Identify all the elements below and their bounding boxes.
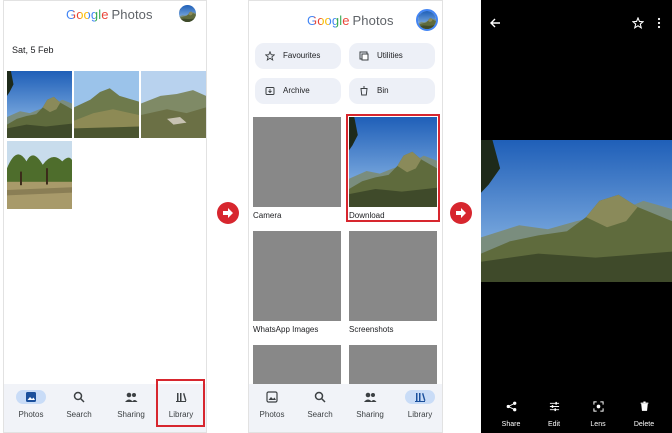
- nav-label: Search: [307, 410, 333, 419]
- bin-icon: [360, 86, 368, 96]
- delete-button[interactable]: Delete: [628, 399, 660, 428]
- lens-icon: [592, 401, 604, 412]
- delete-icon: [640, 401, 648, 411]
- action-label: Delete: [633, 421, 655, 428]
- sharing-icon: [119, 390, 143, 404]
- bottom-navigation: Photos Search Sharing Library: [249, 384, 442, 432]
- nav-label: Sharing: [356, 410, 384, 419]
- photos-screen: Google Photos Sat, 5 Feb Photos Search Sh…: [3, 0, 207, 433]
- album-label: Screenshots: [349, 325, 394, 334]
- photo-thumbnail[interactable]: [7, 71, 72, 138]
- album-more[interactable]: [253, 345, 341, 385]
- google-photos-logo: Google Photos: [66, 7, 153, 22]
- chip-utilities[interactable]: Utilities: [349, 43, 435, 69]
- logo-product: Photos: [352, 13, 394, 28]
- album-cover: [253, 345, 341, 385]
- chip-archive[interactable]: Archive: [255, 78, 341, 104]
- chip-label: Favourites: [283, 51, 321, 60]
- album-cover: [349, 231, 437, 321]
- logo-product: Photos: [111, 7, 153, 22]
- album-label: WhatsApp Images: [253, 325, 319, 334]
- nav-label: Sharing: [117, 410, 145, 419]
- library-screen: Google Photos Favourites Utilities Archiv…: [248, 0, 443, 433]
- chip-bin[interactable]: Bin: [349, 78, 435, 104]
- library-highlight: [156, 379, 205, 427]
- download-highlight: [346, 114, 440, 222]
- album-camera[interactable]: Camera: [253, 117, 341, 227]
- photos-icon: [16, 390, 46, 404]
- star-icon: [265, 51, 275, 61]
- share-button[interactable]: Share: [495, 399, 527, 428]
- nav-label: Search: [66, 410, 92, 419]
- account-avatar[interactable]: [179, 5, 196, 22]
- nav-search[interactable]: Search: [297, 390, 343, 419]
- nav-label: Photos: [259, 410, 285, 419]
- chip-favourites[interactable]: Favourites: [255, 43, 341, 69]
- library-icon: [405, 390, 435, 404]
- nav-label: Photos: [18, 410, 44, 419]
- nav-photos[interactable]: Photos: [8, 390, 54, 419]
- flow-arrow-icon: [217, 202, 239, 224]
- more-vert-icon[interactable]: [657, 16, 661, 34]
- photo-thumbnail[interactable]: [141, 71, 206, 138]
- edit-icon: [549, 401, 559, 412]
- photo-viewer-screen: Share Edit Lens Delete: [481, 0, 672, 433]
- utilities-icon: [359, 51, 369, 61]
- star-icon[interactable]: [631, 16, 645, 34]
- chip-label: Bin: [377, 86, 389, 95]
- edit-button[interactable]: Edit: [538, 399, 570, 428]
- back-arrow-icon[interactable]: [489, 16, 501, 34]
- nav-photos[interactable]: Photos: [249, 390, 295, 419]
- album-cover: [349, 345, 437, 385]
- date-header: Sat, 5 Feb: [12, 45, 54, 55]
- logo-word: Google: [66, 7, 109, 22]
- chip-label: Utilities: [377, 51, 403, 60]
- nav-label: Library: [407, 410, 433, 419]
- album-cover: [253, 117, 341, 207]
- nav-sharing[interactable]: Sharing: [108, 390, 154, 419]
- album-whatsapp-images[interactable]: WhatsApp Images: [253, 231, 341, 341]
- flow-arrow-icon: [450, 202, 472, 224]
- account-avatar[interactable]: [416, 9, 438, 31]
- nav-library[interactable]: Library: [397, 390, 442, 419]
- archive-icon: [265, 87, 275, 95]
- album-label: Camera: [253, 211, 282, 220]
- photos-icon: [260, 390, 284, 404]
- album-more[interactable]: [349, 345, 437, 385]
- viewer-action-bar: Share Edit Lens Delete: [481, 397, 672, 433]
- album-cover: [253, 231, 341, 321]
- full-photo[interactable]: [481, 140, 672, 282]
- sharing-icon: [358, 390, 382, 404]
- google-photos-logo: Google Photos: [307, 13, 394, 28]
- search-icon: [308, 390, 332, 404]
- share-icon: [506, 401, 516, 412]
- lens-button[interactable]: Lens: [582, 399, 614, 428]
- action-label: Share: [501, 421, 521, 428]
- photo-thumbnail[interactable]: [74, 71, 139, 138]
- nav-sharing[interactable]: Sharing: [347, 390, 393, 419]
- action-label: Edit: [547, 421, 561, 428]
- logo-word: Google: [307, 13, 350, 28]
- album-screenshots[interactable]: Screenshots: [349, 231, 437, 341]
- chip-label: Archive: [283, 86, 310, 95]
- photo-thumbnail[interactable]: [7, 141, 72, 209]
- search-icon: [67, 390, 91, 404]
- action-label: Lens: [590, 421, 606, 428]
- nav-search[interactable]: Search: [56, 390, 102, 419]
